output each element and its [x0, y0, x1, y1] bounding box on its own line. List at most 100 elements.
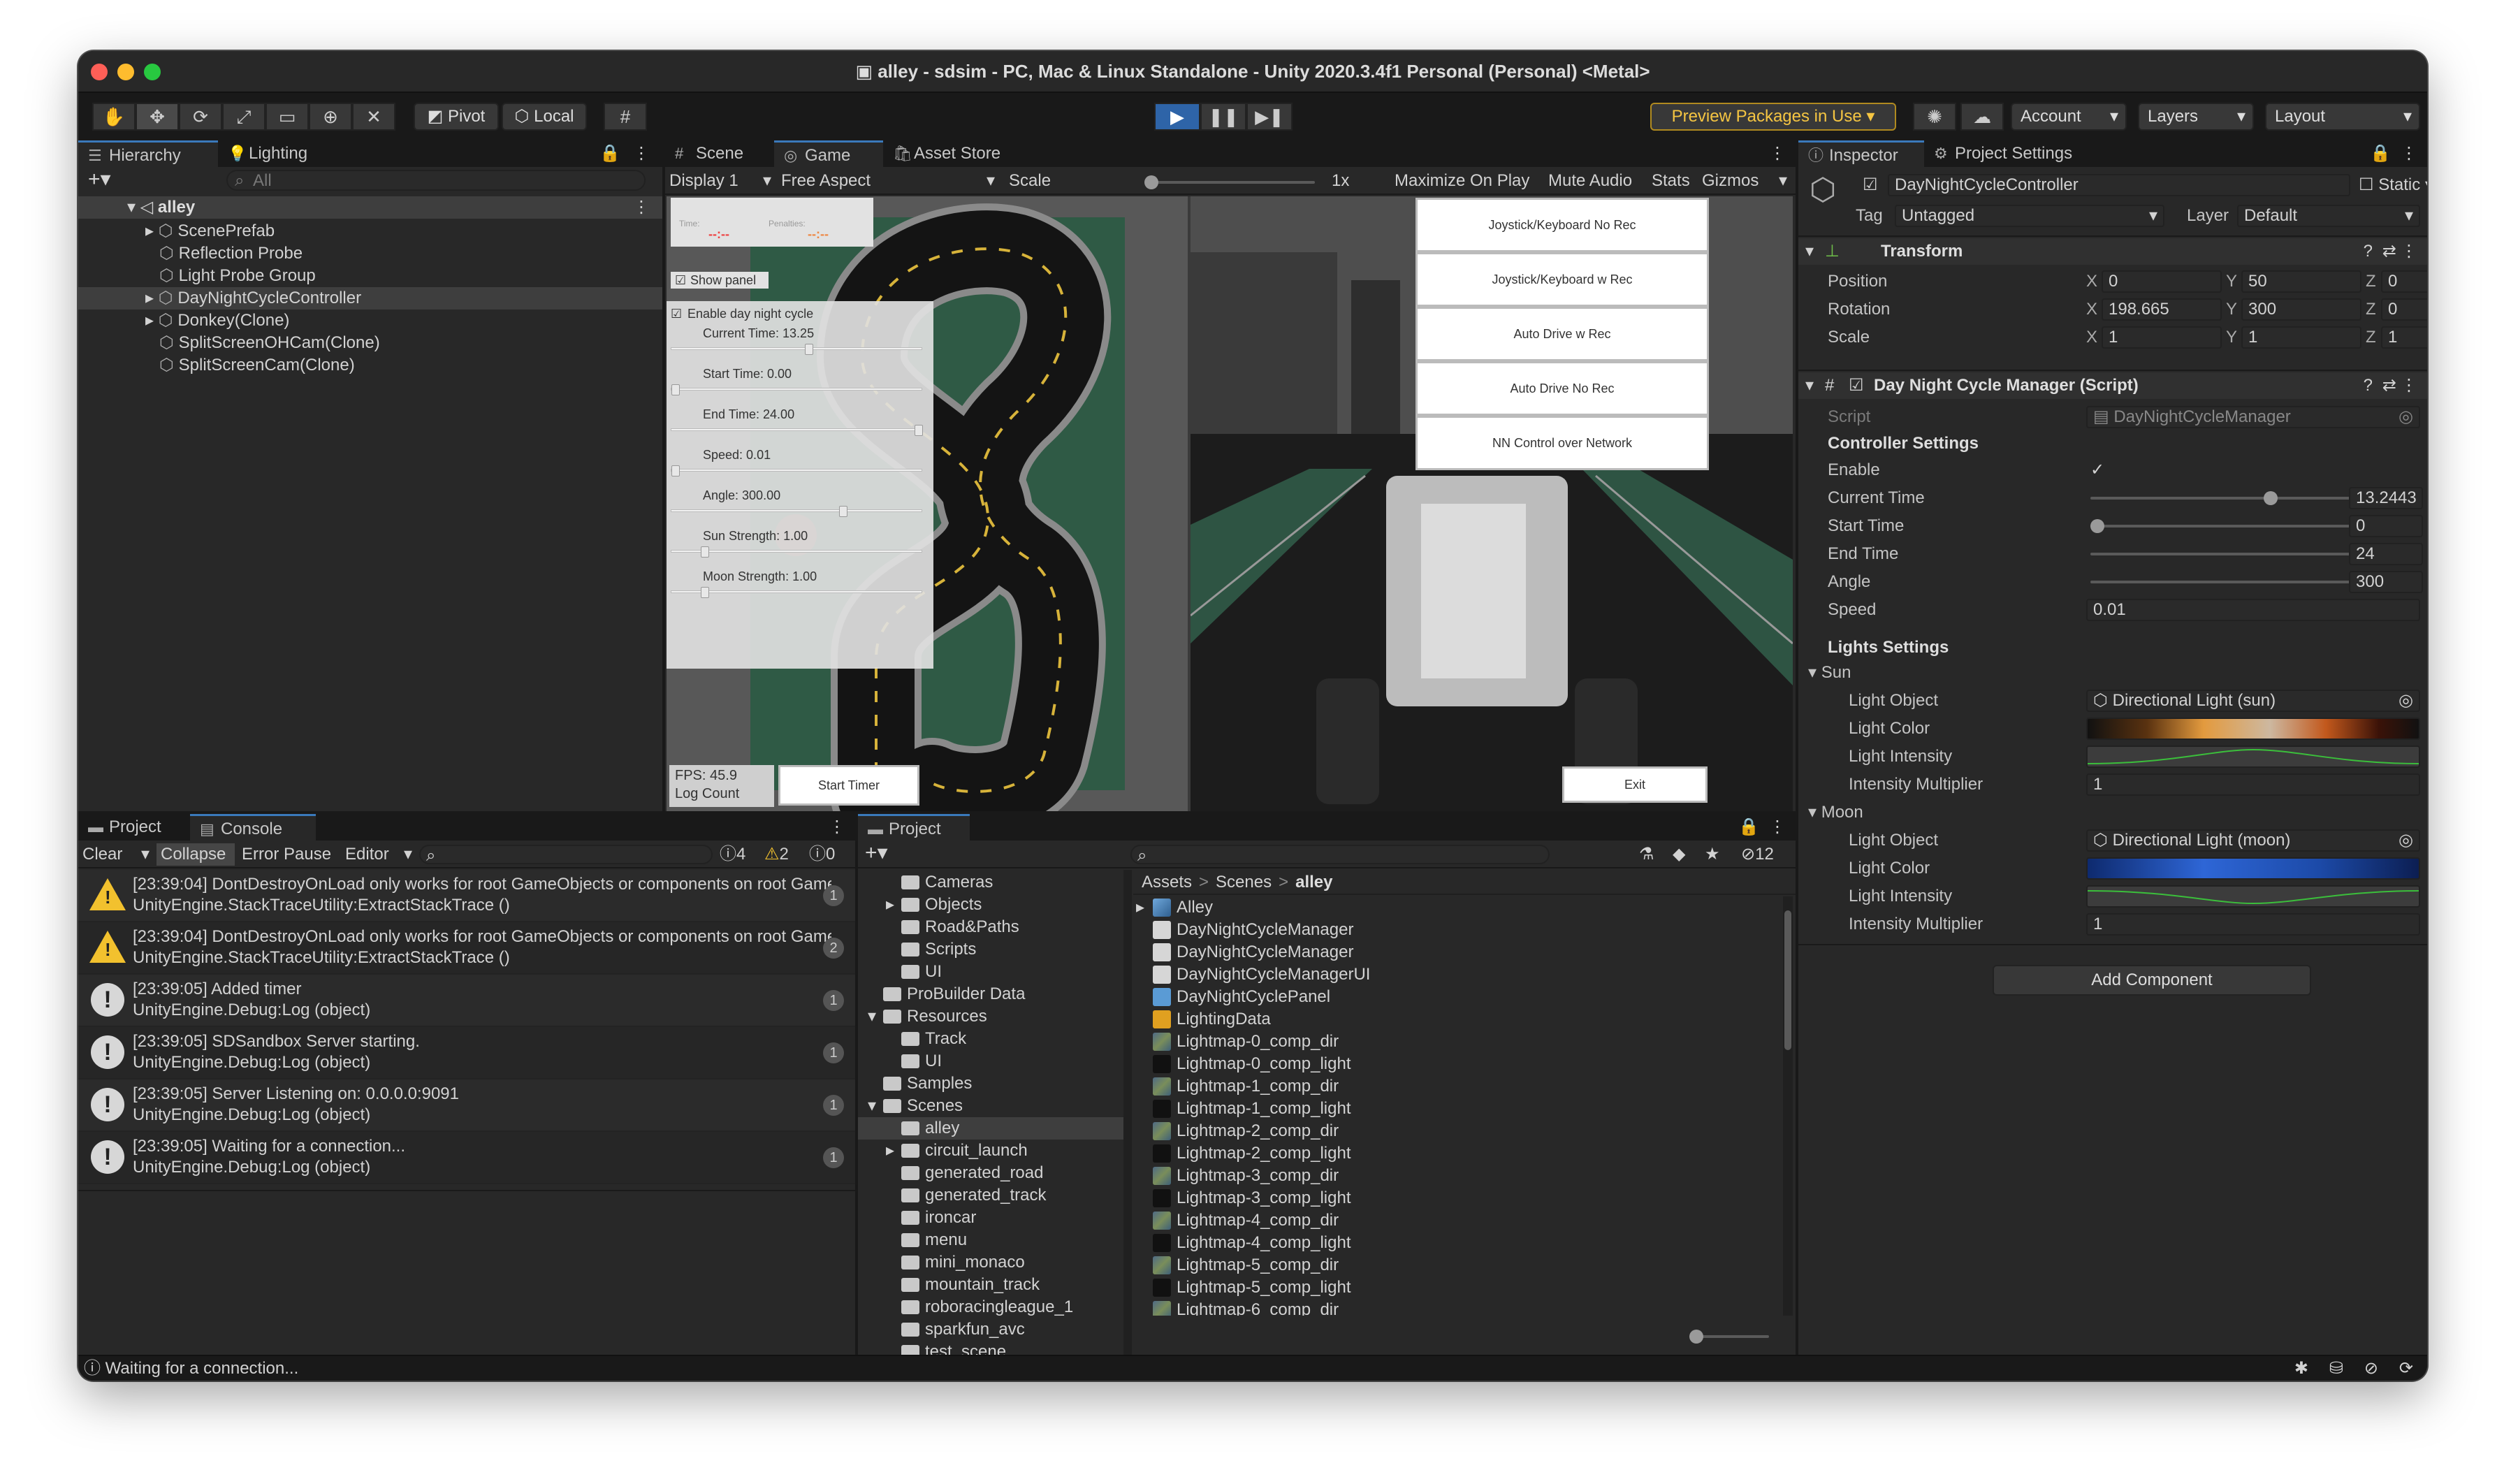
game-mode-button[interactable]: Joystick/Keyboard w Rec — [1415, 252, 1709, 307]
maximize-on-play-toggle[interactable]: Maximize On Play — [1395, 170, 1529, 192]
project-folder-item[interactable]: alley — [858, 1117, 1123, 1140]
kebab-menu-icon[interactable]: ⋮ — [633, 143, 650, 165]
grid-snap-icon[interactable]: # — [604, 103, 647, 131]
checkbox-icon[interactable]: ☑ — [671, 307, 682, 321]
lock-icon[interactable]: 🔒 — [599, 143, 620, 165]
move-tool-icon[interactable]: ✥ — [136, 103, 179, 131]
tag-dropdown[interactable]: Untagged ▾ — [1895, 205, 2164, 227]
enable-checkbox[interactable]: ✓ — [2086, 459, 2109, 481]
moon-light-object-field[interactable]: ⬡ Directional Light (moon) ◎ — [2086, 829, 2420, 852]
project-asset-item[interactable]: Lightmap-3_comp_light — [1133, 1187, 1776, 1209]
project-folder-item[interactable]: UI — [858, 1050, 1123, 1072]
project-folder-item[interactable]: ironcar — [858, 1207, 1123, 1229]
game-mode-button[interactable]: Auto Drive No Rec — [1415, 361, 1709, 416]
current-time-field[interactable]: 13.2443 — [2349, 487, 2423, 509]
folder-tree-scrollbar[interactable] — [1123, 870, 1132, 1355]
day-night-slider[interactable] — [671, 384, 922, 395]
transform-rotation-z-field[interactable]: 0 — [2381, 298, 2427, 321]
console-message[interactable]: ! [23:39:05] Waiting for a connection... U… — [78, 1132, 855, 1184]
day-night-slider-knob[interactable] — [805, 344, 813, 355]
project-asset-item[interactable]: DayNightCyclePanel — [1133, 986, 1776, 1008]
progress-icon[interactable]: ⟳ — [2399, 1358, 2413, 1380]
hierarchy-search-input[interactable]: ⌕ All — [226, 170, 646, 191]
transform-rotation-x-field[interactable]: 198.665 — [2102, 298, 2222, 321]
start-time-slider-knob[interactable] — [2090, 519, 2104, 533]
project-folder-item[interactable]: ▾ Scenes — [858, 1095, 1123, 1117]
transform-tool-icon[interactable]: ⊕ — [309, 103, 352, 131]
tab-asset-store[interactable]: 🛍 Asset Store — [883, 140, 1051, 167]
hierarchy-item[interactable]: ▸ ⬡ ScenePrefab — [78, 220, 662, 242]
project-asset-item[interactable]: Lightmap-2_comp_light — [1133, 1142, 1776, 1165]
game-mode-button[interactable]: Joystick/Keyboard No Rec — [1415, 198, 1709, 252]
warning-filter-toggle[interactable]: ⚠2 — [764, 843, 789, 866]
lock-icon[interactable]: 🔒 — [1738, 816, 1759, 838]
tab-hierarchy[interactable]: ☰ Hierarchy — [78, 140, 218, 167]
angle-field[interactable]: 300 — [2349, 571, 2423, 593]
object-name-field[interactable]: DayNightCycleController — [1888, 174, 2350, 196]
error-pause-toggle[interactable]: Error Pause — [242, 843, 331, 866]
search-by-label-icon[interactable]: ◆ — [1673, 843, 1685, 866]
sun-light-intensity-curve[interactable] — [2086, 745, 2420, 768]
transform-position-y-field[interactable]: 50 — [2241, 270, 2361, 293]
day-night-slider-knob[interactable] — [701, 546, 709, 558]
error-filter-toggle[interactable]: ⓘ0 — [809, 843, 835, 866]
scale-tool-icon[interactable]: ⤢ — [222, 103, 265, 131]
moon-light-intensity-curve[interactable] — [2086, 885, 2420, 908]
day-night-slider-knob[interactable] — [671, 384, 680, 395]
tab-project[interactable]: ▬ Project — [78, 814, 190, 841]
project-asset-item[interactable]: DayNightCycleManager — [1133, 941, 1776, 963]
editor-dropdown[interactable]: Editor ▾ — [345, 843, 415, 866]
script-object-field[interactable]: ▤ DayNightCycleManager ◎ — [2086, 406, 2420, 428]
project-folder-item[interactable]: generated_road — [858, 1162, 1123, 1184]
sun-intensity-multiplier-field[interactable]: 1 — [2086, 773, 2420, 796]
console-message[interactable]: ! [23:39:05] Added timer UnityEngine.Debug… — [78, 975, 855, 1027]
icon-size-slider-knob[interactable] — [1689, 1330, 1703, 1344]
debug-icon[interactable]: ✱ — [2294, 1358, 2308, 1380]
project-asset-item[interactable]: Lightmap-5_comp_dir — [1133, 1254, 1776, 1276]
lock-icon[interactable]: 🔒 — [2370, 143, 2391, 165]
hierarchy-item[interactable]: ⬡ Reflection Probe — [78, 242, 662, 265]
tab-inspector[interactable]: ⓘ Inspector — [1798, 140, 1924, 167]
start-timer-button[interactable]: Start Timer — [778, 765, 919, 806]
help-icon[interactable]: ? — [2364, 238, 2373, 265]
tab-lighting[interactable]: 💡 Lighting — [218, 140, 358, 167]
project-folder-item[interactable]: menu — [858, 1229, 1123, 1251]
transform-rotation-y-field[interactable]: 300 — [2241, 298, 2361, 321]
day-night-slider[interactable] — [671, 587, 922, 598]
day-night-slider-knob[interactable] — [671, 465, 680, 477]
tab-console[interactable]: ▤ Console — [190, 814, 316, 841]
breadcrumb-item[interactable]: Scenes — [1216, 873, 1272, 892]
day-night-slider-knob[interactable] — [839, 506, 847, 517]
project-folder-item[interactable]: Cameras — [858, 871, 1123, 894]
kebab-menu-icon[interactable]: ⋮ — [2401, 143, 2417, 165]
moon-foldout[interactable]: ▾ Moon — [1808, 801, 1863, 824]
project-folder-item[interactable]: ▸ circuit_launch — [858, 1140, 1123, 1162]
cloud-icon[interactable]: ☁ — [1960, 103, 2004, 131]
day-night-slider-knob[interactable] — [701, 587, 709, 598]
object-picker-icon[interactable]: ◎ — [2399, 407, 2413, 427]
kebab-menu-icon[interactable]: ⋮ — [2401, 238, 2417, 265]
project-asset-item[interactable]: Lightmap-3_comp_dir — [1133, 1165, 1776, 1187]
project-folder-item[interactable]: Scripts — [858, 938, 1123, 961]
hierarchy-item[interactable]: ▸ ⬡ DayNightCycleController — [78, 287, 662, 310]
day-night-slider-knob[interactable] — [915, 425, 923, 436]
project-asset-item[interactable]: Lightmap-5_comp_light — [1133, 1276, 1776, 1299]
stats-toggle[interactable]: Stats — [1652, 170, 1690, 192]
transform-position-x-field[interactable]: 0 — [2102, 270, 2222, 293]
display-dropdown[interactable]: Display 1 ▾ — [669, 170, 774, 192]
project-asset-item[interactable]: Lightmap-1_comp_dir — [1133, 1075, 1776, 1098]
project-asset-item[interactable]: ▸ Alley — [1133, 896, 1776, 919]
hierarchy-item[interactable]: ⬡ SplitScreenOHCam(Clone) — [78, 332, 662, 354]
tab-scene[interactable]: # Scene — [665, 140, 774, 167]
project-folder-item[interactable]: test_scene — [858, 1341, 1123, 1355]
status-message[interactable]: ⓘ Waiting for a connection... — [84, 1358, 298, 1380]
project-folder-item[interactable]: generated_track — [858, 1184, 1123, 1207]
hand-tool-icon[interactable]: ✋ — [92, 103, 136, 131]
object-picker-icon[interactable]: ◎ — [2399, 691, 2413, 711]
project-asset-item[interactable]: Lightmap-4_comp_dir — [1133, 1209, 1776, 1232]
speed-field[interactable]: 0.01 — [2086, 599, 2420, 621]
game-mode-button[interactable]: NN Control over Network — [1415, 416, 1709, 470]
preset-icon[interactable]: ⇄ — [2382, 238, 2396, 265]
layer-dropdown[interactable]: Default ▾ — [2237, 205, 2420, 227]
active-checkbox[interactable]: ☑ — [1863, 174, 1878, 196]
